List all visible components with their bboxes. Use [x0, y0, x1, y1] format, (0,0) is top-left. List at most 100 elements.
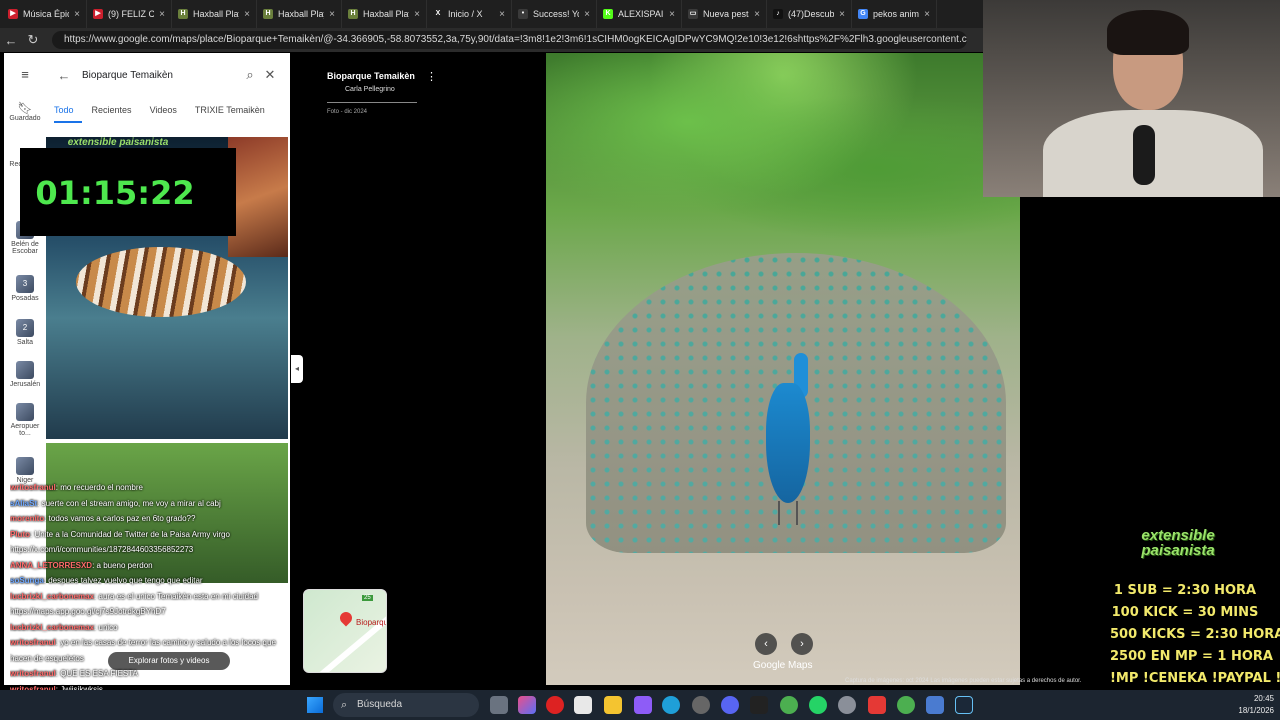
chat-text: : QUE ES ESA FIESTA: [55, 669, 138, 678]
chat-message: writosfranul: yo en las casas de terror …: [10, 635, 310, 651]
browser-tab[interactable]: • Success! Your ×: [512, 0, 597, 28]
back-arrow-icon[interactable]: ←: [0, 33, 22, 48]
next-photo-button[interactable]: ›: [791, 633, 813, 655]
minimap-label: Bioparque: [356, 618, 386, 627]
more-options-icon[interactable]: ⋮: [426, 70, 437, 83]
taskbar: ⌕ Búsqueda 20:45 18/1/2026: [0, 690, 1280, 720]
minimap[interactable]: Bioparque 25: [303, 589, 387, 673]
tab-close-icon[interactable]: ×: [414, 9, 420, 20]
browser-tab[interactable]: ▶ (9) FELIZ CUM ×: [87, 0, 172, 28]
recent-place-item[interactable]: Jerusalén: [4, 361, 46, 388]
chat-text: : mo recuerdo el nombre: [55, 483, 143, 492]
saved-button[interactable]: 🔖︎ Guardado: [4, 101, 46, 122]
recent-place-item[interactable]: Aeropuer to...: [4, 403, 46, 437]
app-icon[interactable]: [926, 696, 944, 714]
place-title[interactable]: Bioparque Temaikèn: [327, 71, 415, 81]
chrome-icon[interactable]: [780, 696, 798, 714]
recent-place-label: Posadas: [11, 295, 39, 302]
tab-close-icon[interactable]: ×: [584, 9, 590, 20]
close-icon[interactable]: ✕: [260, 67, 280, 83]
stream-goals: 1 SUB = 2:30 HORA 100 KICK = 30 MINS 500 K…: [1110, 580, 1280, 690]
taskbar-search[interactable]: ⌕ Búsqueda: [333, 693, 479, 717]
browser-tab[interactable]: H Haxball Play ×: [172, 0, 257, 28]
edge-icon[interactable]: [662, 696, 680, 714]
file-explorer-icon[interactable]: [604, 696, 622, 714]
timer-logo: extensible paisanista: [67, 137, 169, 148]
place-thumbnail: [16, 361, 34, 379]
browser-tab[interactable]: X Inicio / X ×: [427, 0, 512, 28]
chat-username: lucbrizki_carbonemax: [10, 591, 95, 601]
recent-place-item[interactable]: 3 Posadas: [4, 275, 46, 302]
gear-icon[interactable]: [838, 696, 856, 714]
tab-close-icon[interactable]: ×: [924, 9, 930, 20]
clock-date: 18/1/2026: [1238, 706, 1274, 715]
reload-icon[interactable]: ↻: [22, 32, 44, 48]
tab-close-icon[interactable]: ×: [244, 9, 250, 20]
filter-chip[interactable]: Todo: [54, 105, 82, 123]
tab-close-icon[interactable]: ×: [839, 9, 845, 20]
url-field[interactable]: https://www.google.com/maps/place/Biopar…: [52, 31, 967, 49]
pen-app-icon[interactable]: [634, 696, 652, 714]
place-thumbnail: 3: [16, 275, 34, 293]
chat-message: https://x.com/i/communities/187284460335…: [10, 542, 310, 558]
tab-close-icon[interactable]: ×: [329, 9, 335, 20]
place-thumbnail: [16, 457, 34, 475]
collapse-panel-button[interactable]: ◂: [291, 355, 303, 383]
tab-title: (9) FELIZ CUM: [108, 9, 154, 19]
chrome-profile-icon[interactable]: [897, 696, 915, 714]
whatsapp-icon[interactable]: [809, 696, 827, 714]
browser-tab[interactable]: K ALEXISPAIII S ×: [597, 0, 682, 28]
stream-timer: 01:15:22: [20, 148, 236, 236]
recent-place-item[interactable]: 2 Salta: [4, 319, 46, 346]
chat-text: : unico: [94, 622, 118, 632]
coral-image: [228, 137, 288, 257]
minimap-road: [307, 598, 386, 672]
taskbar-search-placeholder: Búsqueda: [357, 699, 403, 710]
search-box[interactable]: ← Bioparque Temaikèn ⌕ ✕: [54, 61, 280, 89]
browser-tab[interactable]: ▶ Música Épica ×: [2, 0, 87, 28]
recent-place-label: Belén de Escobar: [11, 241, 39, 255]
windows-start-icon[interactable]: [307, 697, 323, 713]
filter-chip[interactable]: Videos: [150, 105, 185, 123]
discord-icon[interactable]: [721, 696, 739, 714]
tab-favicon-icon: ♪: [773, 9, 783, 19]
chat-text: : todos vamos a carlos paz en 6to grado?…: [44, 514, 196, 523]
divider: [327, 102, 417, 103]
chat-username: writosfranul: [10, 669, 56, 678]
tab-favicon-icon: ▶: [8, 9, 18, 19]
system-clock[interactable]: 20:45 18/1/2026: [1222, 693, 1274, 717]
task-view-icon[interactable]: [490, 696, 508, 714]
browser-tab[interactable]: ♪ (47)Descubre ×: [767, 0, 852, 28]
tab-close-icon[interactable]: ×: [754, 9, 760, 20]
previous-photo-button[interactable]: ‹: [755, 633, 777, 655]
red-app-icon[interactable]: [868, 696, 886, 714]
browser-tab[interactable]: H Haxball Play ×: [257, 0, 342, 28]
terminal-icon[interactable]: [750, 696, 768, 714]
steam-icon[interactable]: [955, 696, 973, 714]
tab-close-icon[interactable]: ×: [669, 9, 675, 20]
browser-tab[interactable]: Gpekos anima ×: [852, 0, 937, 28]
route-badge: 25: [362, 595, 373, 601]
chat-text: : despues talvez vuelvo que tengo que ed…: [43, 576, 203, 585]
filter-chip[interactable]: Recientes: [92, 105, 140, 123]
tab-close-icon[interactable]: ×: [159, 9, 165, 20]
opera-icon[interactable]: [546, 696, 564, 714]
filter-chip[interactable]: TRIXIE Temaikèn: [195, 105, 273, 123]
tab-close-icon[interactable]: ×: [74, 9, 80, 20]
browser-tab[interactable]: ▭ Nueva pesta ×: [682, 0, 767, 28]
photo-author[interactable]: Carla Pellegrino: [345, 86, 395, 93]
copilot-icon[interactable]: [518, 696, 536, 714]
search-icon[interactable]: ⌕: [240, 67, 260, 83]
map-pin-icon: [337, 609, 355, 627]
settings-gear-icon[interactable]: [692, 696, 710, 714]
menu-icon[interactable]: ≡: [4, 67, 46, 82]
tab-close-icon[interactable]: ×: [499, 9, 505, 20]
search-input[interactable]: Bioparque Temaikèn: [74, 70, 240, 81]
browser-tab[interactable]: H Haxball Play ×: [342, 0, 427, 28]
store-icon[interactable]: [574, 696, 592, 714]
main-photo[interactable]: [546, 53, 1020, 685]
tab-title: Haxball Play: [363, 9, 410, 19]
back-icon[interactable]: ←: [54, 68, 74, 83]
chat-message: ANNA_LETORRESXD: a bueno perdon: [10, 558, 310, 574]
photo-date: Foto - dic 2024: [327, 109, 368, 115]
